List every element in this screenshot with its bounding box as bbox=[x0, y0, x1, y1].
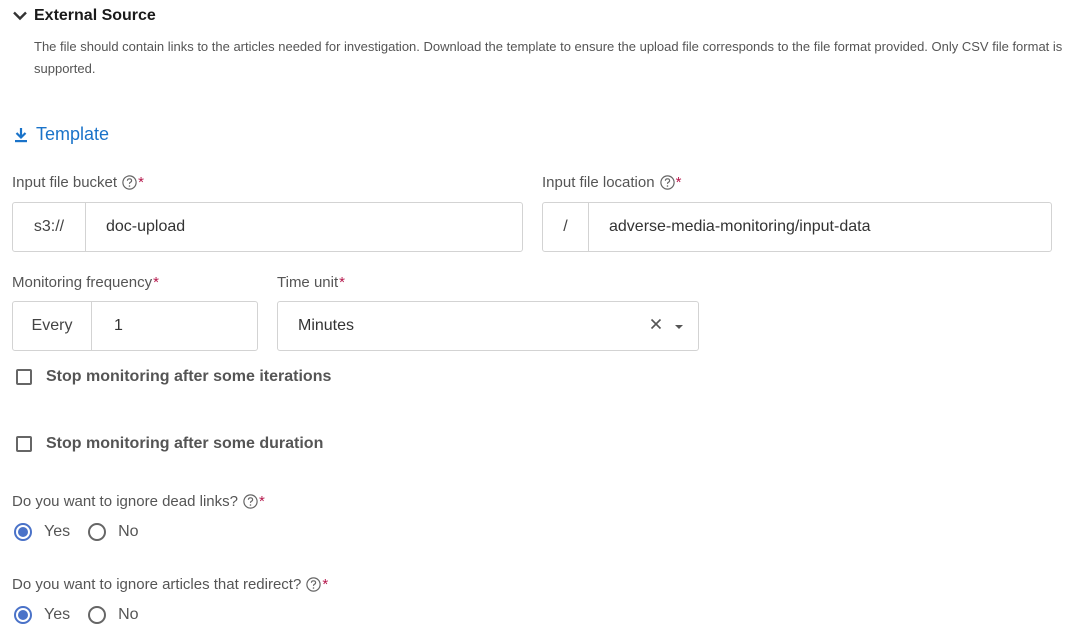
redirect-no-label[interactable]: No bbox=[118, 606, 138, 624]
help-icon[interactable] bbox=[659, 175, 675, 190]
time-unit-label: Time unit * bbox=[277, 274, 345, 291]
download-icon bbox=[15, 127, 27, 142]
dead-links-yes-label[interactable]: Yes bbox=[44, 523, 70, 541]
redirect-no-radio[interactable] bbox=[88, 606, 107, 624]
location-label-text: Input file location bbox=[542, 174, 655, 191]
stop-duration-label: Stop monitoring after some duration bbox=[46, 435, 324, 452]
location-input[interactable]: adverse-media-monitoring/input-data bbox=[589, 203, 1051, 251]
chevron-down-icon[interactable] bbox=[12, 8, 28, 24]
help-icon[interactable] bbox=[243, 494, 258, 509]
bucket-label: Input file bucket * bbox=[12, 174, 144, 191]
required-mark: * bbox=[258, 493, 265, 510]
stop-iterations-option[interactable]: Stop monitoring after some iterations bbox=[16, 368, 331, 386]
dead-links-yes-radio[interactable] bbox=[14, 523, 32, 541]
caret-down-icon[interactable] bbox=[674, 317, 684, 335]
stop-iterations-checkbox[interactable] bbox=[16, 369, 32, 385]
location-input-group[interactable]: / adverse-media-monitoring/input-data bbox=[542, 202, 1052, 252]
location-prefix: / bbox=[543, 203, 589, 251]
clear-icon[interactable] bbox=[650, 317, 662, 335]
dead-links-question: Do you want to ignore dead links? * bbox=[12, 493, 265, 510]
required-mark: * bbox=[339, 274, 345, 291]
help-icon[interactable] bbox=[306, 577, 322, 592]
dead-links-radio-group: Yes No bbox=[14, 523, 157, 541]
required-mark: * bbox=[153, 274, 159, 291]
help-icon[interactable] bbox=[122, 175, 137, 190]
stop-duration-checkbox[interactable] bbox=[16, 436, 32, 452]
redirect-yes-radio[interactable] bbox=[14, 606, 32, 624]
section-header[interactable]: External Source bbox=[12, 4, 156, 28]
bucket-prefix: s3:// bbox=[13, 203, 86, 251]
redirect-radio-group: Yes No bbox=[14, 606, 157, 624]
bucket-label-text: Input file bucket bbox=[12, 174, 118, 191]
redirect-question: Do you want to ignore articles that redi… bbox=[12, 576, 328, 593]
frequency-label-text: Monitoring frequency bbox=[12, 274, 153, 291]
required-mark: * bbox=[138, 174, 144, 191]
bucket-input-group[interactable]: s3:// doc-upload bbox=[12, 202, 523, 252]
stop-duration-option[interactable]: Stop monitoring after some duration bbox=[16, 435, 323, 453]
bucket-input[interactable]: doc-upload bbox=[86, 203, 522, 251]
required-mark: * bbox=[675, 174, 682, 191]
redirect-question-text: Do you want to ignore articles that redi… bbox=[12, 576, 302, 593]
frequency-prefix: Every bbox=[13, 302, 92, 350]
frequency-input-group[interactable]: Every 1 bbox=[12, 301, 258, 351]
required-mark: * bbox=[322, 576, 329, 593]
time-unit-label-text: Time unit bbox=[277, 274, 339, 291]
frequency-input[interactable]: 1 bbox=[92, 302, 257, 350]
section-title: External Source bbox=[34, 7, 156, 24]
frequency-label: Monitoring frequency * bbox=[12, 274, 159, 291]
time-unit-select[interactable]: Minutes bbox=[277, 301, 699, 351]
time-unit-value: Minutes bbox=[298, 317, 355, 334]
location-label: Input file location * bbox=[542, 174, 681, 191]
dead-links-no-label[interactable]: No bbox=[118, 523, 138, 541]
template-download-link[interactable]: Template bbox=[14, 124, 109, 145]
template-link-label[interactable]: Template bbox=[36, 124, 109, 145]
stop-iterations-label: Stop monitoring after some iterations bbox=[46, 368, 332, 385]
dead-links-question-text: Do you want to ignore dead links? bbox=[12, 493, 238, 510]
dead-links-no-radio[interactable] bbox=[88, 523, 107, 541]
redirect-yes-label[interactable]: Yes bbox=[44, 606, 70, 624]
section-description: The file should contain links to the art… bbox=[34, 39, 1063, 76]
